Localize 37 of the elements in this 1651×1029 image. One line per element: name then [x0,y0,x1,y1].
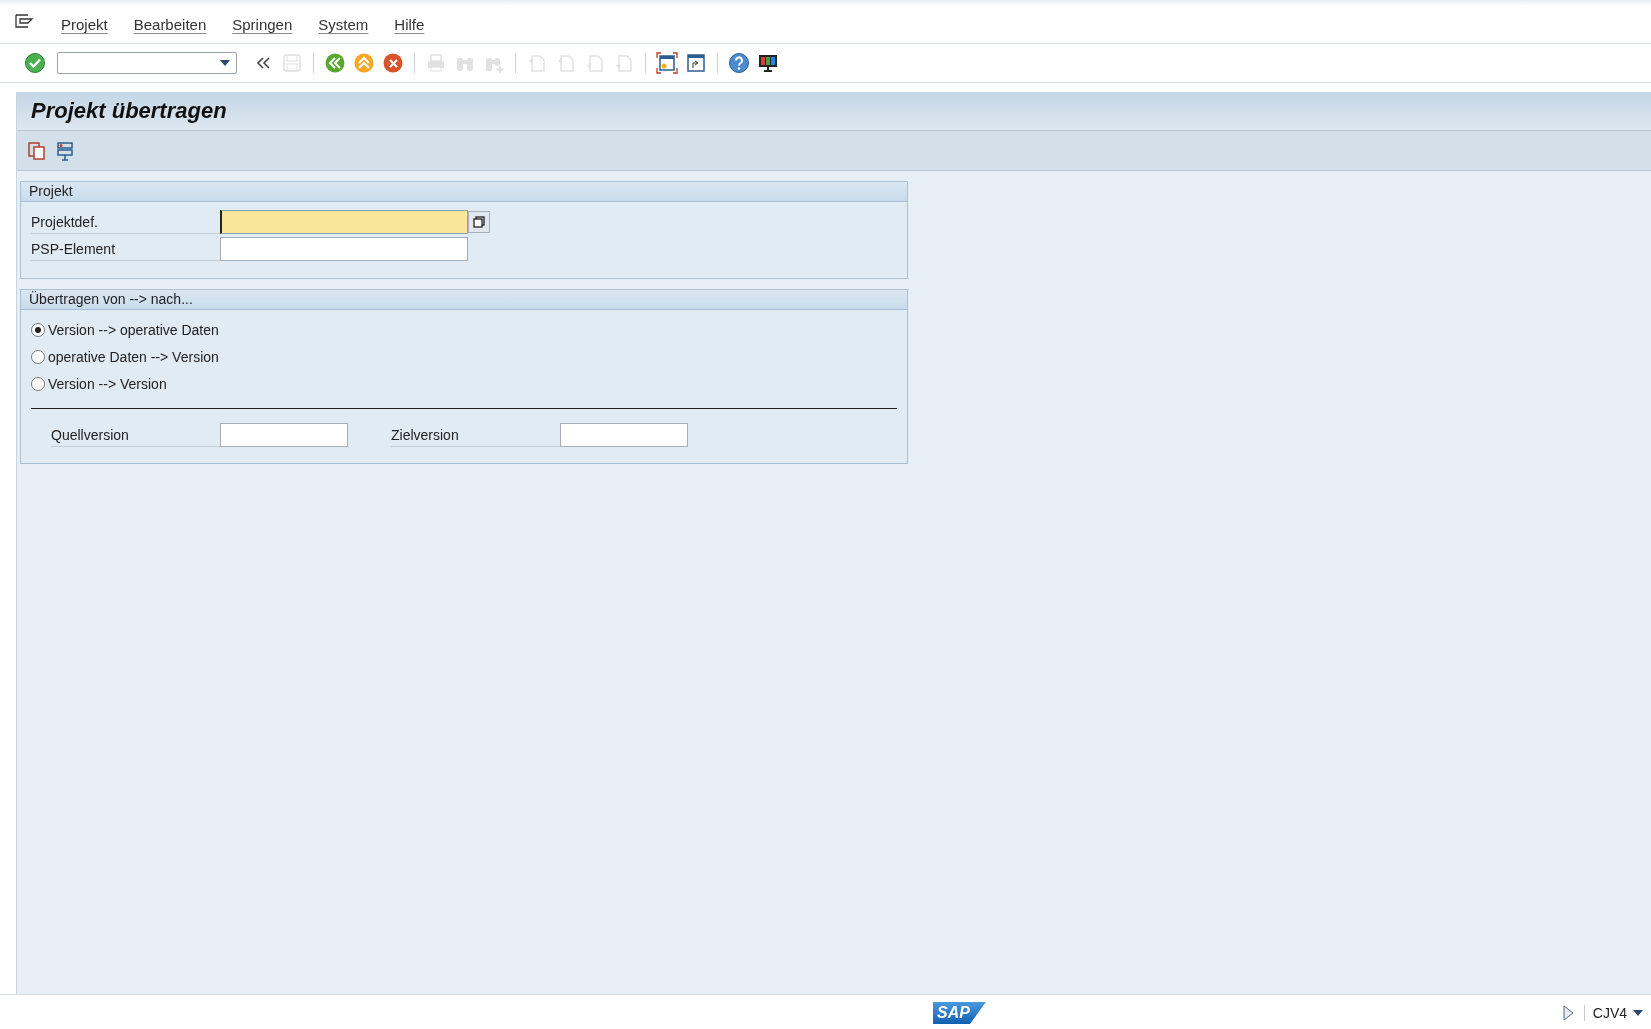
radio-label: operative Daten --> Version [48,348,219,365]
input-field[interactable] [220,423,348,447]
cancel-icon[interactable] [382,52,404,74]
help-icon[interactable] [728,52,750,74]
menu-item[interactable]: Springen [219,10,306,39]
check-icon[interactable] [24,52,46,74]
menu-item[interactable]: Projekt [48,10,121,39]
exit-icon[interactable] [353,52,375,74]
radio-button[interactable] [31,349,45,364]
menu-icon[interactable] [14,13,34,31]
caret-icon[interactable] [1633,1010,1643,1016]
value-help-button[interactable] [468,210,490,233]
caret-icon[interactable] [220,60,230,66]
radio-label: Version --> operative Daten [48,321,219,338]
back-icon[interactable] [324,52,346,74]
shortcut-window-icon[interactable] [685,52,707,74]
menu-item[interactable]: Hilfe [381,10,438,39]
page-title: Projekt übertragen [31,98,227,124]
input-field[interactable] [220,236,468,261]
input-field[interactable] [220,209,468,234]
new-window-icon[interactable] [656,52,678,74]
expand-icon[interactable] [1561,1005,1574,1021]
hierarchy-icon[interactable] [54,139,76,162]
monitor-icon[interactable] [757,52,779,74]
copy-icon [473,215,485,228]
copy-icon[interactable] [26,139,48,162]
menu-item[interactable]: Bearbeiten [120,10,220,39]
transaction-dropdown[interactable]: CJV4 [1583,1005,1643,1021]
group-header: Projekt [21,182,907,202]
logo: SAP [933,1002,986,1024]
radio-button[interactable] [31,322,45,337]
group-header: Übertragen von --> nach... [21,290,907,310]
radio-button[interactable] [31,376,45,391]
radio-label: Version --> Version [48,375,167,392]
menu-item[interactable]: System [305,10,382,39]
input-field[interactable] [560,423,688,447]
command-field[interactable] [57,52,237,74]
